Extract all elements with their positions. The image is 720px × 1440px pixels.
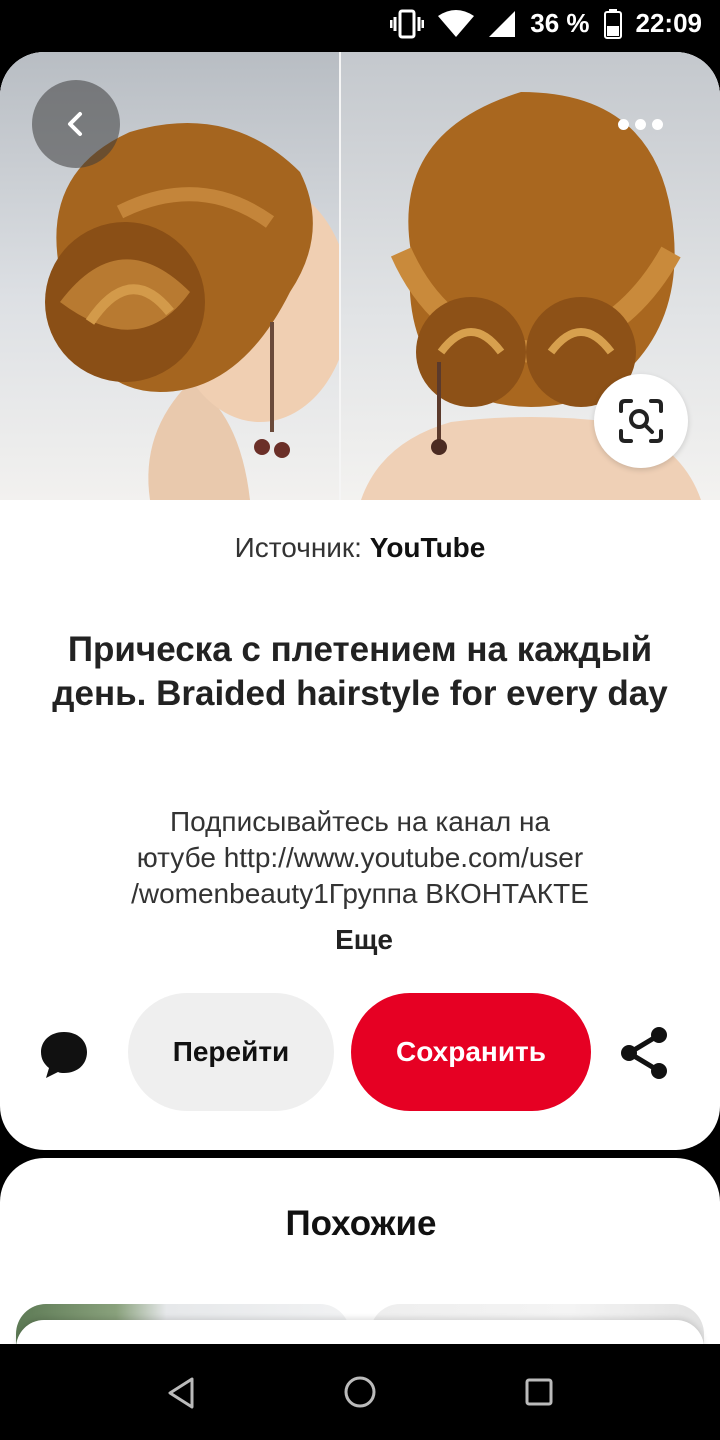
more-dots-icon <box>634 118 646 130</box>
signal-icon <box>489 10 516 37</box>
show-more-link[interactable]: Еще <box>0 924 720 956</box>
pin-image[interactable] <box>0 52 720 500</box>
pin-title: Прическа с плетением на каждый день. Bra… <box>52 630 668 713</box>
pin-source[interactable]: Источник: YouTube <box>0 532 720 564</box>
more-dots-icon <box>617 118 629 130</box>
more-dots-icon <box>651 118 663 130</box>
more-options-button[interactable] <box>608 104 672 144</box>
clock: 22:09 <box>635 8 703 38</box>
pin-description: Подписывайтесь на канал на ютубе http://… <box>131 806 589 909</box>
visit-button[interactable]: Перейти <box>128 993 334 1111</box>
image-divider <box>339 52 341 500</box>
vibrate-icon <box>390 9 425 38</box>
battery-percentage: 36 % <box>530 8 590 38</box>
share-icon[interactable] <box>618 1026 670 1080</box>
source-name[interactable]: YouTube <box>370 532 486 563</box>
comment-icon[interactable] <box>38 1028 90 1080</box>
wifi-icon <box>438 9 475 37</box>
nav-back-icon[interactable] <box>166 1376 196 1410</box>
chevron-left-icon <box>68 112 82 136</box>
status-bar: 36 % 22:09 <box>0 0 720 52</box>
nav-home-icon[interactable] <box>343 1375 377 1409</box>
pin-card: Источник: YouTube Прическа с плетением н… <box>0 52 720 1150</box>
save-button[interactable]: Сохранить <box>351 993 591 1111</box>
visual-search-button[interactable] <box>594 374 688 468</box>
nav-recents-icon[interactable] <box>525 1378 553 1406</box>
related-title: Похожие <box>285 1204 437 1243</box>
back-button[interactable] <box>32 80 120 168</box>
source-label: Источник: <box>234 532 362 563</box>
battery-icon <box>603 8 622 39</box>
lens-search-icon <box>619 399 663 443</box>
